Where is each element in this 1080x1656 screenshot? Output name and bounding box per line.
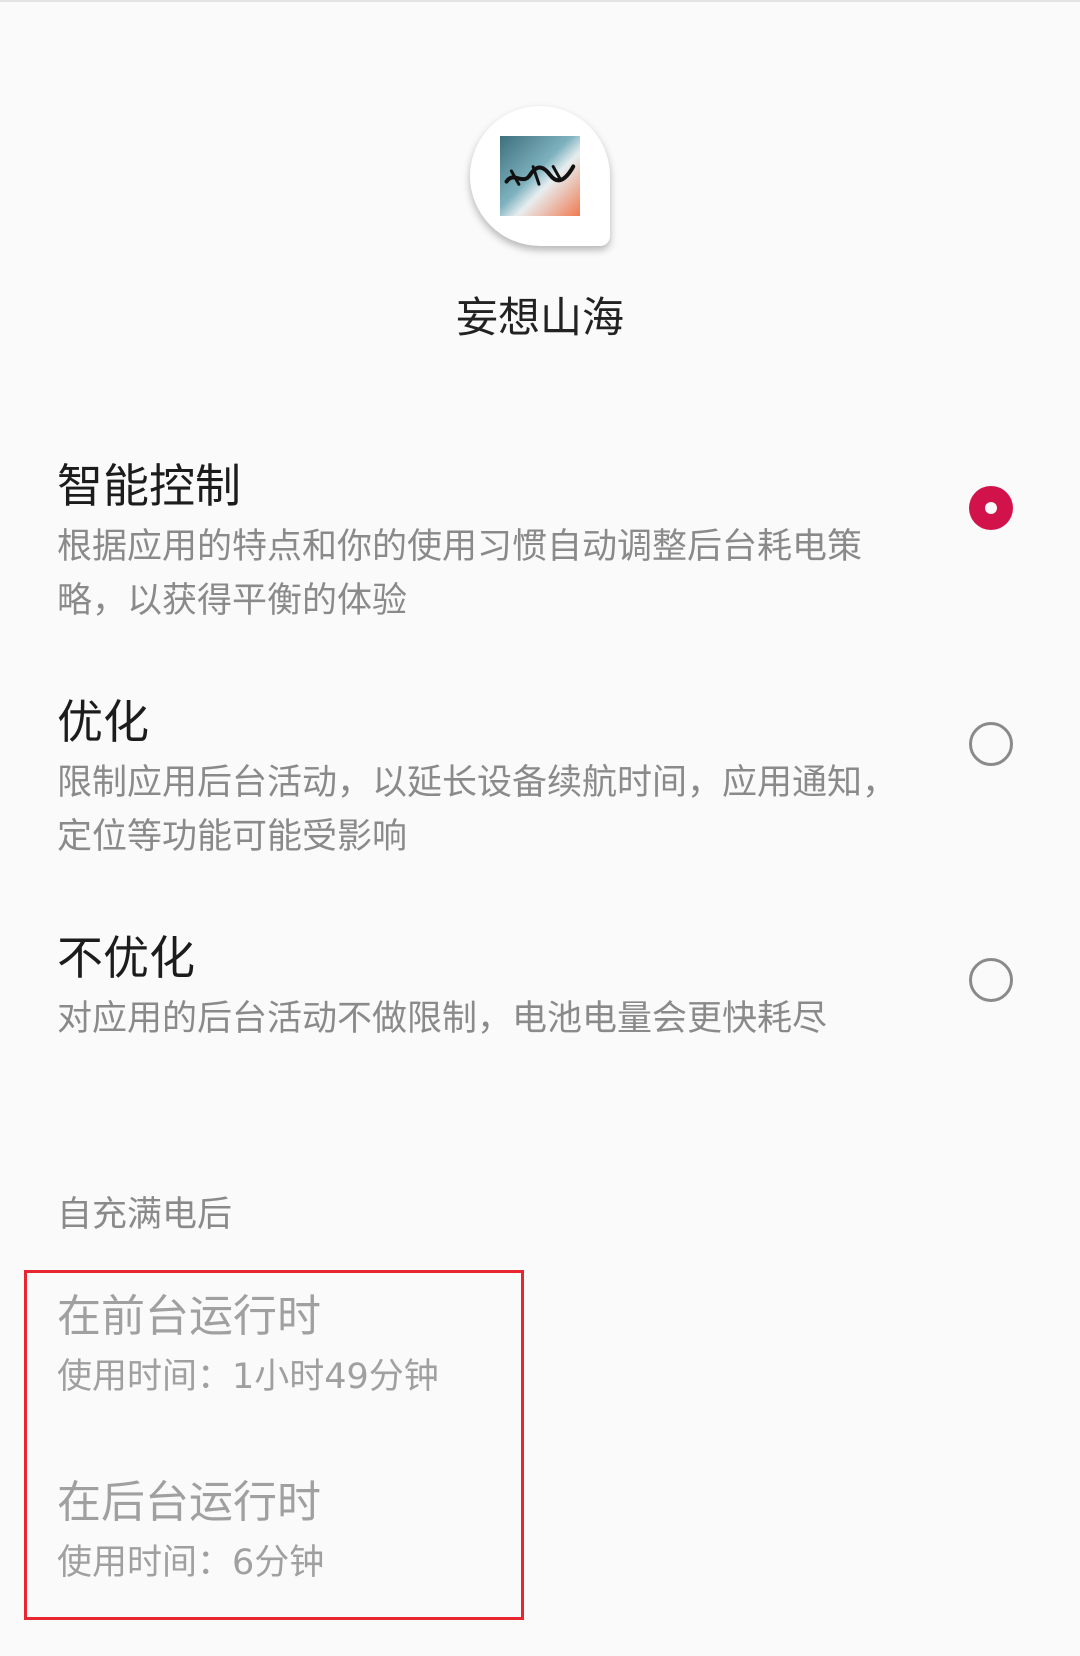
usage-section-title: 自充满电后: [57, 1195, 233, 1235]
option-description: 对应用的后台活动不做限制，电池电量会更快耗尽: [57, 999, 828, 1039]
option-title: 不优化: [57, 931, 195, 985]
option-title: 优化: [57, 695, 149, 749]
app-logo-icon: [500, 136, 580, 216]
option-no-optimize[interactable]: 不优化 对应用的后台活动不做限制，电池电量会更快耗尽: [57, 928, 1057, 1046]
radio-no-optimize[interactable]: [969, 958, 1013, 1002]
calligraphy-logo-icon: [504, 164, 576, 186]
radio-optimize[interactable]: [969, 722, 1013, 766]
top-divider: [0, 0, 1080, 2]
radio-selected-dot: [985, 502, 997, 514]
option-description: 限制应用后台活动，以延长设备续航时间，应用通知，定位等功能可能受影响: [57, 763, 898, 857]
radio-smart-control[interactable]: [969, 486, 1013, 530]
highlight-annotation-box: [24, 1270, 524, 1620]
option-description: 根据应用的特点和你的使用习惯自动调整后台耗电策略，以获得平衡的体验: [57, 527, 863, 621]
option-title: 智能控制: [57, 459, 241, 513]
option-smart-control[interactable]: 智能控制 根据应用的特点和你的使用习惯自动调整后台耗电策略，以获得平衡的体验: [57, 456, 1057, 628]
app-icon: [470, 106, 610, 246]
app-name: 妄想山海: [455, 293, 624, 342]
option-optimize[interactable]: 优化 限制应用后台活动，以延长设备续航时间，应用通知，定位等功能可能受影响: [57, 692, 1057, 864]
